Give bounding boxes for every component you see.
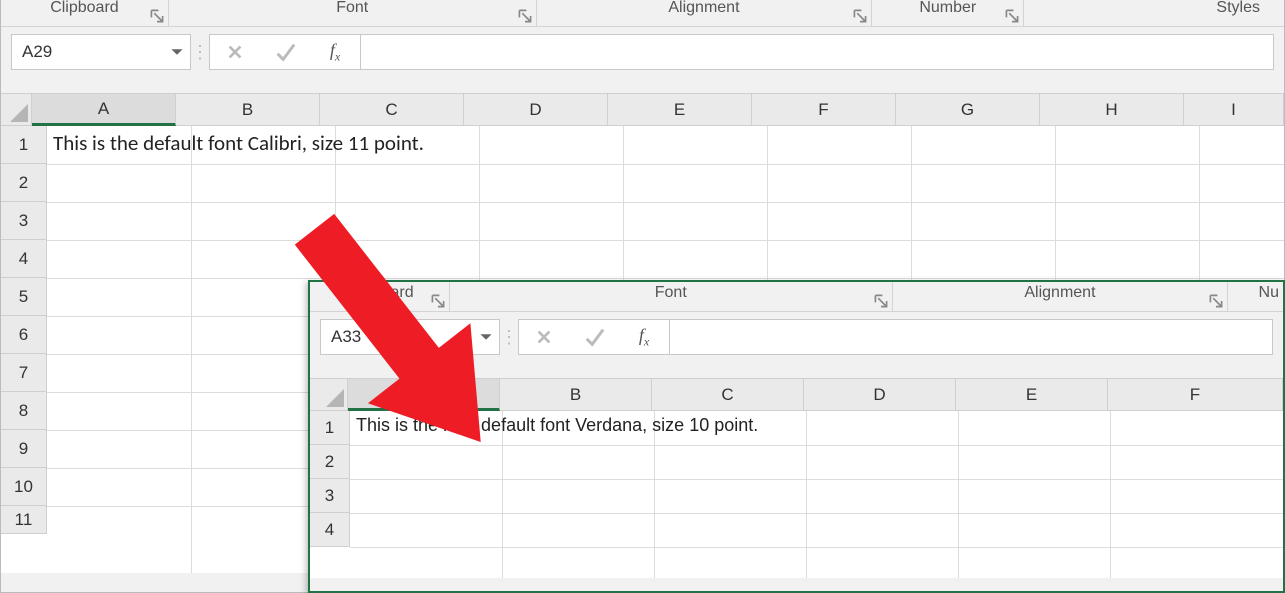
dialog-launcher-icon[interactable] — [1005, 9, 1019, 23]
column-header-h[interactable]: H — [1040, 94, 1184, 126]
column-header-d[interactable]: D — [464, 94, 608, 126]
ribbon-group-clipboard[interactable]: Clipboard — [1, 0, 169, 26]
cell-a1-text: This is the default font Calibri, size 1… — [53, 130, 424, 156]
column-header-e[interactable]: E — [956, 379, 1108, 411]
row-header[interactable]: 4 — [1, 240, 47, 278]
column-header-f[interactable]: F — [752, 94, 896, 126]
column-header-i[interactable]: I — [1184, 94, 1284, 126]
ribbon-group-label: Nu — [1259, 284, 1279, 302]
ribbon-group-label: Number — [919, 0, 976, 17]
row-header[interactable]: 6 — [1, 316, 47, 354]
cancel-button — [210, 35, 260, 69]
row-header[interactable]: 10 — [1, 468, 47, 506]
enter-button — [569, 320, 619, 354]
ribbon-group-label: Clipboard — [345, 284, 413, 302]
ribbon-group-font[interactable]: Font — [169, 0, 537, 26]
column-header-b[interactable]: B — [500, 379, 652, 411]
name-box-value: A33 — [331, 327, 361, 347]
row-header[interactable]: 1 — [1, 126, 47, 164]
cancel-button — [519, 320, 569, 354]
row-headers: 1 2 3 4 — [310, 411, 350, 578]
cells[interactable]: This is the new default font Verdana, si… — [350, 411, 1283, 578]
select-all-corner[interactable] — [310, 379, 348, 411]
ribbon-group-alignment[interactable]: Alignment — [893, 282, 1228, 311]
formula-input[interactable] — [361, 34, 1274, 70]
ribbon-groups: Clipboard Font Alignment Nu — [310, 282, 1283, 312]
dialog-launcher-icon[interactable] — [518, 9, 532, 23]
column-header-c[interactable]: C — [320, 94, 464, 126]
cell-a1-text: This is the new default font Verdana, si… — [356, 415, 758, 436]
ribbon-group-clipboard[interactable]: Clipboard — [310, 282, 450, 311]
column-header-f[interactable]: F — [1108, 379, 1283, 411]
formula-bar: A33 fx — [310, 312, 1283, 362]
name-box[interactable]: A33 — [320, 319, 500, 355]
enter-button — [260, 35, 310, 69]
row-header[interactable]: 2 — [310, 445, 350, 479]
column-header-a[interactable]: A — [32, 94, 176, 126]
excel-window-verdana: Clipboard Font Alignment Nu A33 — [308, 280, 1285, 593]
dialog-launcher-icon[interactable] — [874, 294, 888, 308]
column-header-g[interactable]: G — [896, 94, 1040, 126]
ribbon-group-label: Font — [655, 284, 687, 302]
row-header[interactable]: 3 — [1, 202, 47, 240]
ribbon-group-number[interactable]: Nu — [1228, 282, 1283, 311]
dialog-launcher-icon[interactable] — [853, 9, 867, 23]
column-header-c[interactable]: C — [652, 379, 804, 411]
row-header[interactable]: 7 — [1, 354, 47, 392]
formula-input[interactable] — [670, 319, 1273, 355]
spreadsheet-grid[interactable]: A B C D E F 1 2 3 4 — [310, 378, 1283, 578]
column-headers: A B C D E F G H I — [32, 94, 1284, 126]
row-header[interactable]: 11 — [1, 506, 47, 534]
column-header-b[interactable]: B — [176, 94, 320, 126]
formula-buttons: fx — [518, 319, 670, 355]
name-box[interactable]: A29 — [11, 34, 191, 70]
formula-bar: A29 fx — [1, 27, 1284, 77]
ribbon-groups: Clipboard Font Alignment Number Styles — [1, 0, 1284, 27]
insert-function-button[interactable]: fx — [619, 320, 669, 354]
select-all-corner[interactable] — [1, 94, 32, 126]
row-header[interactable]: 9 — [1, 430, 47, 468]
name-box-value: A29 — [22, 42, 52, 62]
dialog-launcher-icon[interactable] — [1209, 294, 1223, 308]
ribbon-group-label: Font — [336, 0, 368, 17]
dialog-launcher-icon[interactable] — [150, 9, 164, 23]
separator — [191, 42, 209, 63]
column-header-d[interactable]: D — [804, 379, 956, 411]
chevron-down-icon[interactable] — [170, 45, 184, 59]
row-header[interactable]: 2 — [1, 164, 47, 202]
ribbon-group-label: Alignment — [1024, 284, 1095, 302]
column-header-a[interactable]: A — [348, 379, 500, 411]
separator — [500, 327, 518, 348]
insert-function-button[interactable]: fx — [310, 35, 360, 69]
dialog-launcher-icon[interactable] — [431, 294, 445, 308]
ribbon-group-styles[interactable]: Styles — [1024, 0, 1284, 26]
row-header[interactable]: 5 — [1, 278, 47, 316]
formula-buttons: fx — [209, 34, 361, 70]
row-header[interactable]: 8 — [1, 392, 47, 430]
chevron-down-icon[interactable] — [479, 330, 493, 344]
column-header-e[interactable]: E — [608, 94, 752, 126]
row-headers: 1 2 3 4 5 6 7 8 9 10 11 — [1, 126, 47, 573]
ribbon-group-label: Alignment — [668, 0, 739, 17]
row-header[interactable]: 4 — [310, 513, 350, 547]
row-header[interactable]: 1 — [310, 411, 350, 445]
row-header[interactable]: 3 — [310, 479, 350, 513]
ribbon-group-label: Clipboard — [50, 0, 118, 17]
column-headers: A B C D E F — [348, 379, 1283, 411]
ribbon-group-label: Styles — [1216, 0, 1260, 17]
ribbon-group-number[interactable]: Number — [872, 0, 1024, 26]
ribbon-group-alignment[interactable]: Alignment — [537, 0, 873, 26]
ribbon-group-font[interactable]: Font — [450, 282, 893, 311]
